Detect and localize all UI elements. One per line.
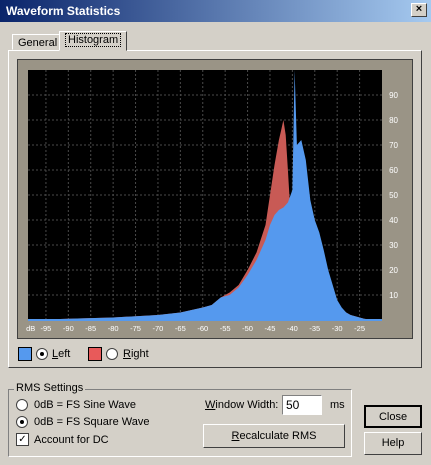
- y-tick-label: 70: [389, 141, 398, 150]
- left-channel-label[interactable]: Left: [52, 348, 70, 360]
- histogram-chart: 10 20 30 40 50 60 70 80 90 dB -95 -90 -85 -80 -75 -70 -6…: [26, 70, 399, 333]
- right-label-accel: R: [123, 348, 131, 360]
- close-button[interactable]: Close: [364, 405, 422, 428]
- x-tick-label: -25: [354, 324, 365, 333]
- window-title: Waveform Statistics: [6, 4, 121, 18]
- y-tick-label: 30: [389, 241, 398, 250]
- left-channel-swatch[interactable]: [18, 347, 32, 361]
- y-tick-label: 20: [389, 266, 398, 275]
- x-tick-label: -75: [130, 324, 141, 333]
- square-wave-label[interactable]: 0dB = FS Square Wave: [34, 416, 149, 428]
- sine-wave-radio[interactable]: [16, 399, 28, 411]
- x-tick-label: -55: [220, 324, 231, 333]
- tab-histogram[interactable]: Histogram: [59, 31, 128, 51]
- y-tick-label: 40: [389, 216, 398, 225]
- right-label-rest: ight: [130, 348, 149, 360]
- window-width-accel: W: [205, 399, 216, 411]
- window-width-input[interactable]: 50: [282, 395, 322, 415]
- x-tick-label: -35: [309, 324, 320, 333]
- account-dc-label[interactable]: Account for DC: [34, 434, 109, 446]
- y-tick-label: 60: [389, 166, 398, 175]
- y-tick-label: 80: [389, 116, 398, 125]
- y-tick-label: 50: [389, 191, 398, 200]
- right-channel-swatch[interactable]: [88, 347, 102, 361]
- x-tick-label: -90: [63, 324, 74, 333]
- x-tick-label: -70: [153, 324, 164, 333]
- x-tick-label: -30: [332, 324, 343, 333]
- window-width-rest: indow Width:: [215, 399, 279, 411]
- histogram-chart-frame: 10 20 30 40 50 60 70 80 90 dB -95 -90 -85 -80 -75 -70 -6…: [17, 59, 413, 339]
- rms-settings-title: RMS Settings: [14, 382, 86, 394]
- close-icon[interactable]: ×: [411, 3, 427, 17]
- x-tick-label: -85: [85, 324, 96, 333]
- recalculate-rms-button[interactable]: Recalculate RMS: [203, 424, 345, 448]
- tab-general-label: General: [18, 37, 58, 49]
- tab-general[interactable]: General: [12, 34, 64, 50]
- left-label-rest: eft: [58, 348, 71, 360]
- x-tick-label: -65: [175, 324, 186, 333]
- histogram-panel: 10 20 30 40 50 60 70 80 90 dB -95 -90 -85 -80 -75 -70 -6…: [8, 50, 422, 368]
- right-channel-label[interactable]: Right: [123, 348, 149, 360]
- x-tick-label: -40: [287, 324, 298, 333]
- y-tick-label: 10: [389, 291, 398, 300]
- window-title-bar: Waveform Statistics ×: [0, 0, 431, 22]
- left-channel-radio[interactable]: [36, 348, 48, 360]
- x-tick-label: -60: [197, 324, 208, 333]
- help-button[interactable]: Help: [364, 432, 422, 455]
- x-tick-label: -95: [41, 324, 52, 333]
- x-tick-label: -45: [265, 324, 276, 333]
- x-tick-label: -80: [108, 324, 119, 333]
- y-tick-label: 90: [389, 91, 398, 100]
- x-tick-label: dB: [26, 324, 35, 333]
- tab-histogram-label: Histogram: [65, 33, 122, 47]
- window-width-label: Window Width:: [205, 399, 278, 411]
- right-channel-radio[interactable]: [106, 348, 118, 360]
- square-wave-radio[interactable]: [16, 416, 28, 428]
- account-dc-checkbox[interactable]: ✓: [16, 433, 29, 446]
- sine-wave-label[interactable]: 0dB = FS Sine Wave: [34, 399, 136, 411]
- recalc-rest: ecalculate RMS: [239, 430, 317, 442]
- window-width-unit: ms: [330, 399, 345, 411]
- x-tick-label: -50: [242, 324, 253, 333]
